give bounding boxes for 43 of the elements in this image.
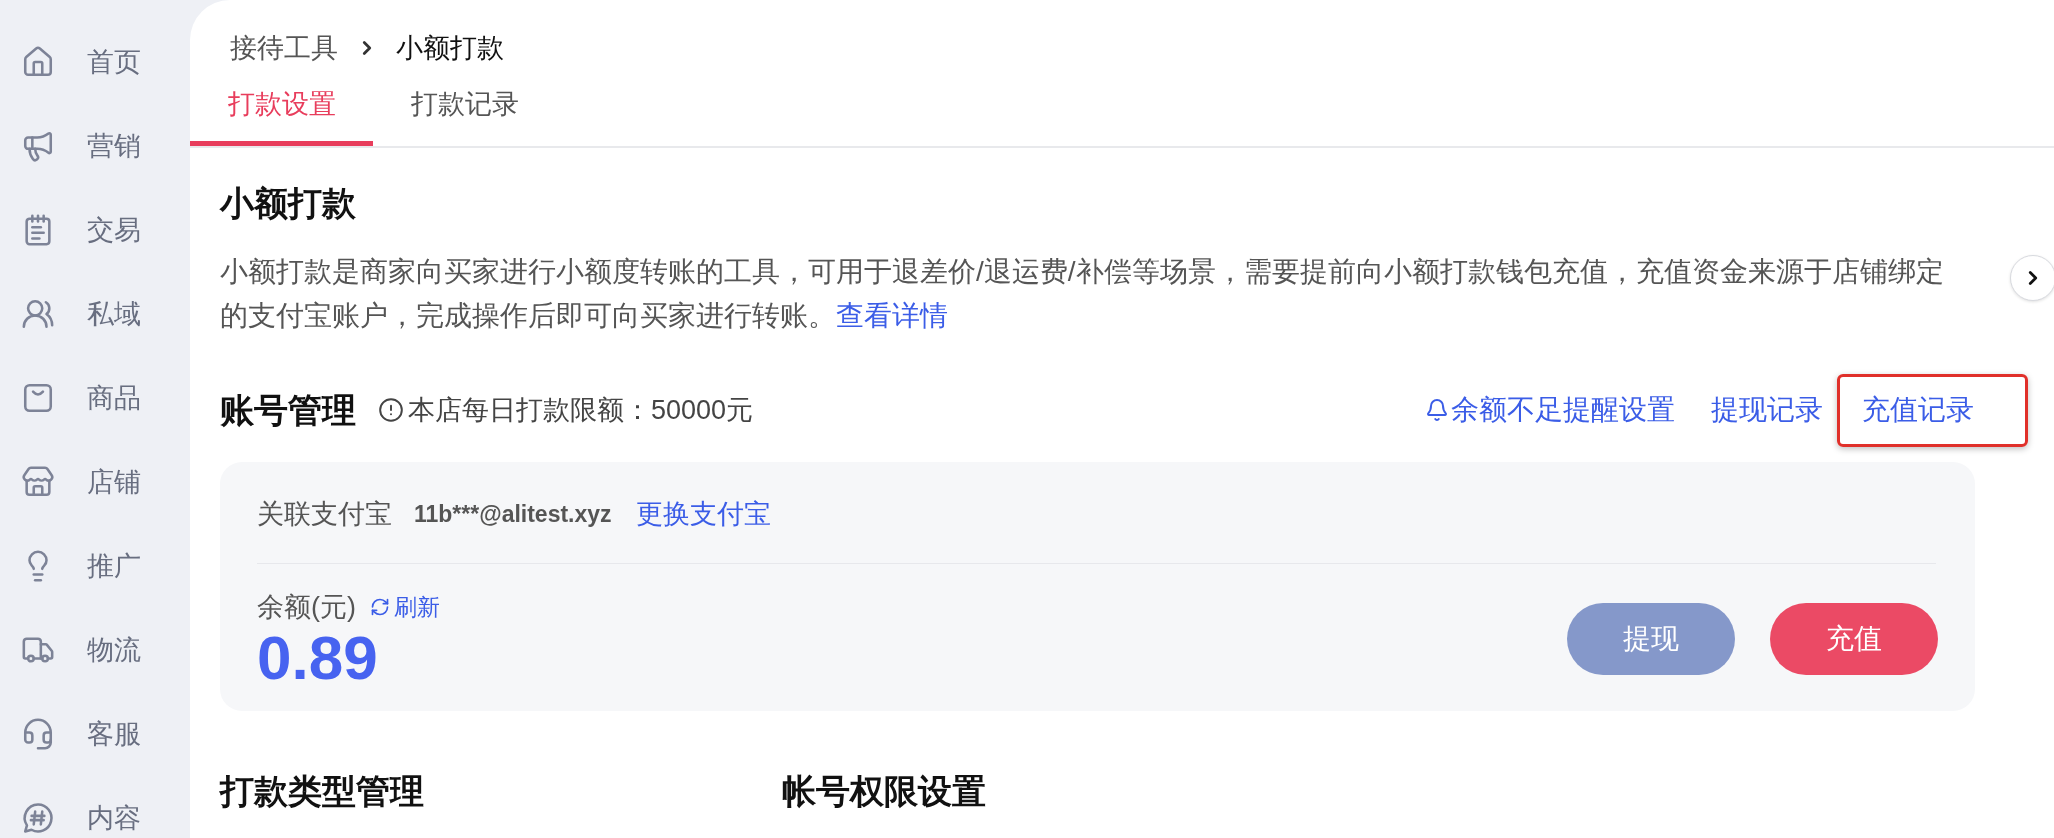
tab[interactable]: 打款设置: [190, 68, 373, 146]
balance-amount: 0.89: [257, 627, 378, 689]
sidebar-item[interactable]: 营销: [87, 128, 141, 164]
exclamation-circle-icon: [378, 397, 404, 423]
alipay-label: 关联支付宝: [257, 497, 392, 531]
alipay-account: 11b***@alitest.xyz: [414, 499, 612, 529]
sidebar-item[interactable]: 首页: [87, 44, 141, 80]
bell-icon: [1425, 398, 1449, 422]
expand-button[interactable]: [2010, 255, 2054, 301]
details-link[interactable]: 查看详情: [836, 300, 948, 331]
breadcrumb-item: 小额打款: [396, 32, 504, 65]
sidebar-item[interactable]: 内容: [87, 800, 141, 836]
balance-label: 余额(元): [257, 590, 356, 624]
limit-note: 本店每日打款限额：50000元: [408, 393, 754, 427]
section-title: 账号管理: [220, 390, 356, 431]
record-link[interactable]: 充值记录: [1862, 390, 1974, 430]
sidebar-item[interactable]: 交易: [87, 212, 141, 248]
breadcrumb-item[interactable]: 接待工具: [230, 28, 338, 68]
refresh-button[interactable]: 刷新: [370, 589, 440, 625]
reminder-link[interactable]: 余额不足提醒设置: [1425, 390, 1675, 430]
sidebar-item[interactable]: 客服: [87, 716, 141, 752]
description-text: 小额打款是商家向买家进行小额度转账的工具，可用于退差价/退运费/补偿等场景，需要提前向小额打款钱包充值，充值资金来源于店铺绑定的支付宝账户，完成操作后即可向买家进行转账。查看详情: [220, 255, 1945, 333]
megaphone-icon: [21, 129, 55, 163]
hash-bubble-icon: [21, 801, 55, 835]
headset-icon: [21, 717, 55, 751]
tab[interactable]: 打款记录: [373, 68, 556, 146]
sidebar-item[interactable]: 店铺: [87, 464, 141, 500]
recharge-button[interactable]: 充值: [1770, 603, 1938, 675]
section-title: 打款类型管理: [220, 771, 424, 812]
withdraw-button[interactable]: 提现: [1567, 603, 1735, 675]
sidebar-item[interactable]: 私域: [87, 296, 141, 332]
users-icon: [21, 297, 55, 331]
section-title: 帐号权限设置: [782, 771, 986, 812]
store-icon: [21, 465, 55, 499]
change-alipay-link[interactable]: 更换支付宝: [635, 493, 771, 535]
sidebar-item[interactable]: 推广: [87, 548, 141, 584]
bag-icon: [21, 381, 55, 415]
section-title: 小额打款: [220, 183, 356, 224]
record-link[interactable]: 提现记录: [1711, 390, 1823, 430]
refresh-icon: [370, 597, 390, 617]
sidebar-item[interactable]: 物流: [87, 632, 141, 668]
home-icon: [21, 45, 55, 79]
sidebar-item[interactable]: 商品: [87, 380, 141, 416]
